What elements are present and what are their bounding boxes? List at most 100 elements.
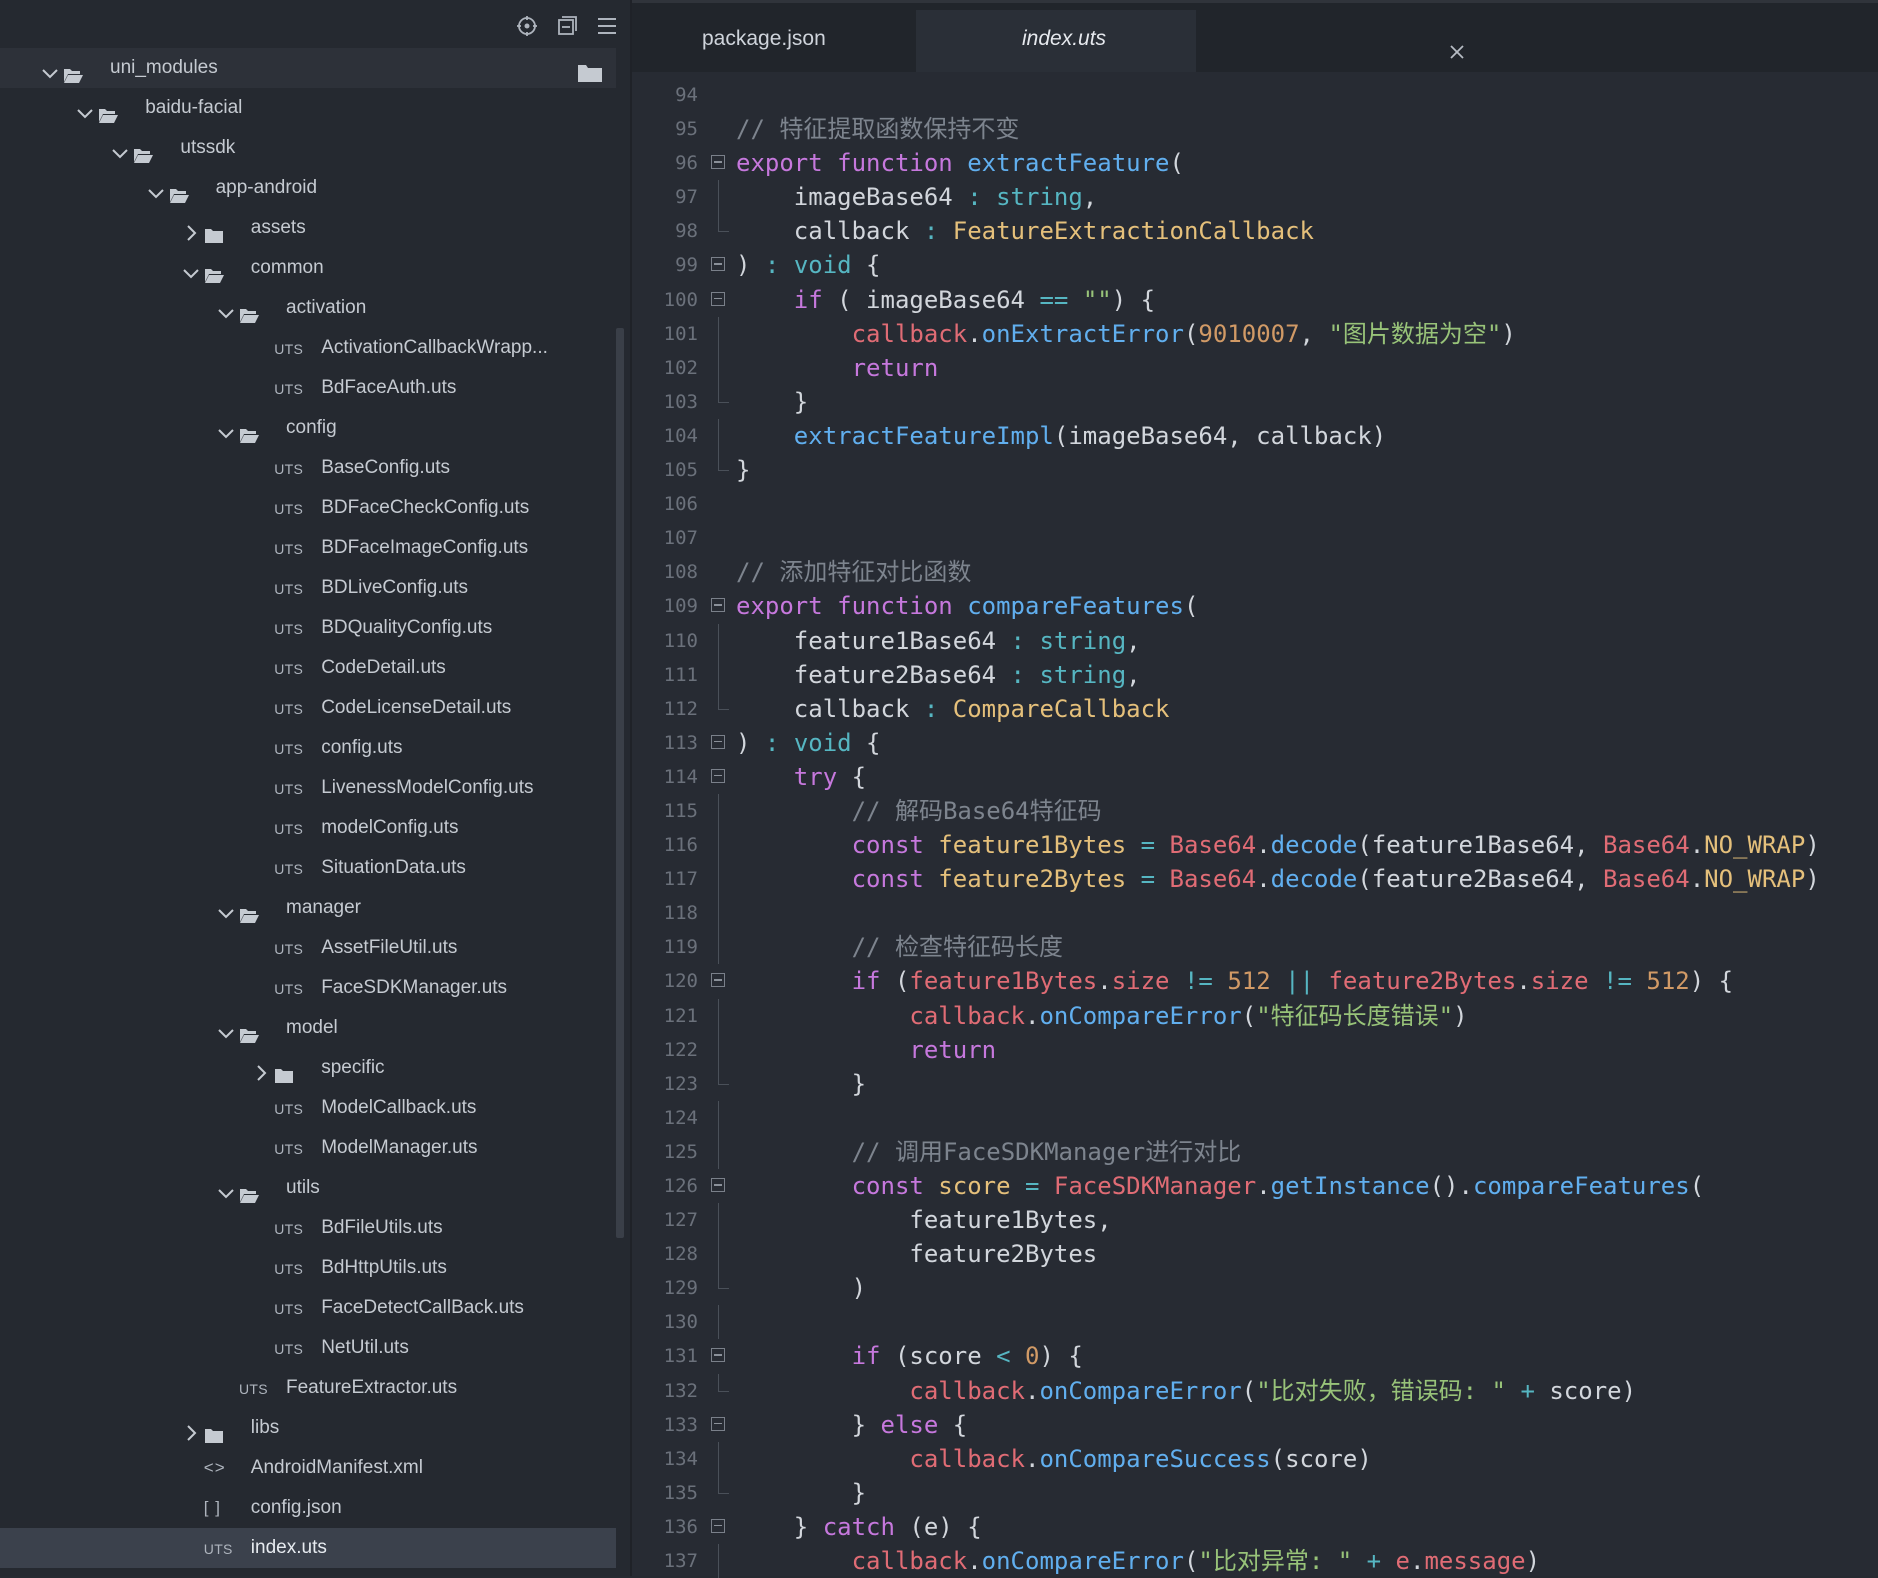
fold-toggle-icon[interactable] xyxy=(711,257,725,272)
close-icon[interactable] xyxy=(1446,28,1468,59)
code-line[interactable]: 128 feature2Bytes xyxy=(632,1237,1878,1272)
tree-folder-uni-modules[interactable]: uni_modules xyxy=(0,48,616,88)
tree-file-facesdkmanager-uts[interactable]: UTS FaceSDKManager.uts xyxy=(0,968,616,1008)
code-line[interactable]: 110 feature1Base64 : string, xyxy=(632,623,1878,658)
tree-folder-manager[interactable]: manager xyxy=(0,888,616,928)
code-line[interactable]: 98 callback : FeatureExtractionCallback xyxy=(632,214,1878,248)
tree-file-baseconfig-uts[interactable]: UTS BaseConfig.uts xyxy=(0,448,616,488)
tree-file-featureextractor-uts[interactable]: UTS FeatureExtractor.uts xyxy=(0,1368,616,1408)
tree-file-androidmanifest-xml[interactable]: <> AndroidManifest.xml xyxy=(0,1448,616,1488)
tree-folder-utssdk[interactable]: utssdk xyxy=(0,128,616,168)
code-line[interactable]: 130 xyxy=(632,1305,1878,1340)
code-line[interactable]: 126 const score = FaceSDKManager.getInst… xyxy=(632,1169,1878,1203)
tree-file-bdliveconfig-uts[interactable]: UTS BDLiveConfig.uts xyxy=(0,568,616,608)
code-line[interactable]: 131 if (score < 0) { xyxy=(632,1339,1878,1373)
code-line[interactable]: 129 ) xyxy=(632,1271,1878,1305)
code-line[interactable]: 107 xyxy=(632,521,1878,555)
code-line[interactable]: 99) : void { xyxy=(632,248,1878,282)
code-line[interactable]: 135 } xyxy=(632,1475,1878,1510)
code-line[interactable]: 121 callback.onCompareError("特征码长度错误") xyxy=(632,998,1878,1033)
tree-file-bdfaceauth-uts[interactable]: UTS BdFaceAuth.uts xyxy=(0,368,616,408)
tree-folder-config[interactable]: config xyxy=(0,408,616,448)
tree-file-index-uts[interactable]: UTS index.uts xyxy=(0,1528,616,1568)
code-line[interactable]: 117 const feature2Bytes = Base64.decode(… xyxy=(632,862,1878,897)
tree-file-config-uts[interactable]: UTS config.uts xyxy=(0,728,616,768)
code-line[interactable]: 116 const feature1Bytes = Base64.decode(… xyxy=(632,828,1878,863)
code-line[interactable]: 115 // 解码Base64特征码 xyxy=(632,793,1878,829)
tree-file-config-json[interactable]: [ ] config.json xyxy=(0,1488,616,1528)
code-line[interactable]: 127 feature1Bytes, xyxy=(632,1203,1878,1238)
code-line[interactable]: 137 callback.onCompareError("比对异常: " + e… xyxy=(632,1544,1878,1578)
code-line[interactable]: 103 } xyxy=(632,384,1878,419)
chevron-down-icon[interactable] xyxy=(110,138,130,159)
tree-file-situationdata-uts[interactable]: UTS SituationData.uts xyxy=(0,848,616,888)
code-line[interactable]: 119 // 检查特征码长度 xyxy=(632,930,1878,965)
code-line[interactable]: 136 } catch (e) { xyxy=(632,1510,1878,1544)
chevron-down-icon[interactable] xyxy=(181,258,201,279)
chevron-right-icon[interactable] xyxy=(181,1418,201,1441)
fold-toggle-icon[interactable] xyxy=(711,973,725,988)
fold-toggle-icon[interactable] xyxy=(711,1518,725,1533)
tree-file-bdfacecheckconfig-uts[interactable]: UTS BDFaceCheckConfig.uts xyxy=(0,488,616,528)
tree-file-bdhttputils-uts[interactable]: UTS BdHttpUtils.uts xyxy=(0,1248,616,1288)
code-line[interactable]: 133 } else { xyxy=(632,1408,1878,1442)
tree-file-modelmanager-uts[interactable]: UTS ModelManager.uts xyxy=(0,1128,616,1168)
tree-folder-libs[interactable]: libs xyxy=(0,1408,616,1448)
code-line[interactable]: 109 export function compareFeatures( xyxy=(632,589,1878,623)
code-area[interactable]: 94 95 // 特征提取函数保持不变 96 export function extra… xyxy=(632,78,1878,1578)
chevron-down-icon[interactable] xyxy=(216,898,236,919)
code-line[interactable]: 94 xyxy=(632,78,1878,112)
tree-file-livenessmodelconfig-uts[interactable]: UTS LivenessModelConfig.uts xyxy=(0,768,616,808)
fold-toggle-icon[interactable] xyxy=(711,291,725,306)
code-line[interactable]: 118 xyxy=(632,896,1878,931)
tree-file-bdfileutils-uts[interactable]: UTS BdFileUtils.uts xyxy=(0,1208,616,1248)
tree-folder-model[interactable]: model xyxy=(0,1008,616,1048)
chevron-down-icon[interactable] xyxy=(146,178,166,199)
tree-folder-utils[interactable]: utils xyxy=(0,1168,616,1208)
code-line[interactable]: 97 imageBase64 : string, xyxy=(632,180,1878,215)
sidebar-scrollbar[interactable] xyxy=(616,328,624,1238)
folder-icon[interactable] xyxy=(577,58,603,82)
fold-toggle-icon[interactable] xyxy=(711,1348,725,1363)
tree-file-activationcallbackwrapp-[interactable]: UTS ActivationCallbackWrapp... xyxy=(0,328,616,368)
code-line[interactable]: 123 } xyxy=(632,1066,1878,1101)
chevron-down-icon[interactable] xyxy=(216,1018,236,1039)
chevron-right-icon[interactable] xyxy=(251,1058,271,1081)
code-line[interactable]: 125 // 调用FaceSDKManager进行对比 xyxy=(632,1134,1878,1169)
code-line[interactable]: 120 if (feature1Bytes.size != 512 || fea… xyxy=(632,964,1878,998)
fold-toggle-icon[interactable] xyxy=(711,1178,725,1192)
menu-icon[interactable] xyxy=(594,13,620,39)
code-line[interactable]: 96 export function extractFeature( xyxy=(632,146,1878,180)
tree-file-modelconfig-uts[interactable]: UTS modelConfig.uts xyxy=(0,808,616,848)
chevron-down-icon[interactable] xyxy=(216,1178,236,1199)
code-line[interactable]: 134 callback.onCompareSuccess(score) xyxy=(632,1441,1878,1476)
tree-folder-activation[interactable]: activation xyxy=(0,288,616,328)
tree-folder-common[interactable]: common xyxy=(0,248,616,288)
tree-folder-app-android[interactable]: app-android xyxy=(0,168,616,208)
chevron-right-icon[interactable] xyxy=(181,218,201,241)
collapse-all-icon[interactable] xyxy=(554,13,580,39)
code-line[interactable]: 113) : void { xyxy=(632,726,1878,760)
code-line[interactable]: 111 feature2Base64 : string, xyxy=(632,657,1878,692)
tree-file-modelcallback-uts[interactable]: UTS ModelCallback.uts xyxy=(0,1088,616,1128)
code-line[interactable]: 114 try { xyxy=(632,760,1878,794)
code-line[interactable]: 104 extractFeatureImpl(imageBase64, call… xyxy=(632,418,1878,454)
tree-folder-assets[interactable]: assets xyxy=(0,208,616,248)
tree-folder-baidu-facial[interactable]: baidu-facial xyxy=(0,88,616,128)
code-line[interactable]: 102 return xyxy=(632,350,1878,385)
chevron-down-icon[interactable] xyxy=(40,58,60,79)
chevron-down-icon[interactable] xyxy=(216,418,236,439)
code-line[interactable]: 101 callback.onExtractError(9010007, "图片… xyxy=(632,316,1878,351)
tab-index-uts[interactable]: index.uts xyxy=(916,10,1464,72)
code-line[interactable]: 132 callback.onCompareError("比对失败，错误码: "… xyxy=(632,1373,1878,1408)
tree-file-netutil-uts[interactable]: UTS NetUtil.uts xyxy=(0,1328,616,1368)
tree-folder-specific[interactable]: specific xyxy=(0,1048,616,1088)
fold-toggle-icon[interactable] xyxy=(711,734,725,749)
chevron-down-icon[interactable] xyxy=(75,98,95,119)
fold-toggle-icon[interactable] xyxy=(711,155,725,170)
chevron-down-icon[interactable] xyxy=(216,298,236,319)
code-line[interactable]: 100 if ( imageBase64 == "") { xyxy=(632,283,1878,317)
fold-toggle-icon[interactable] xyxy=(711,1416,725,1431)
tree-file-codedetail-uts[interactable]: UTS CodeDetail.uts xyxy=(0,648,616,688)
tree-file-codelicensedetail-uts[interactable]: UTS CodeLicenseDetail.uts xyxy=(0,688,616,728)
